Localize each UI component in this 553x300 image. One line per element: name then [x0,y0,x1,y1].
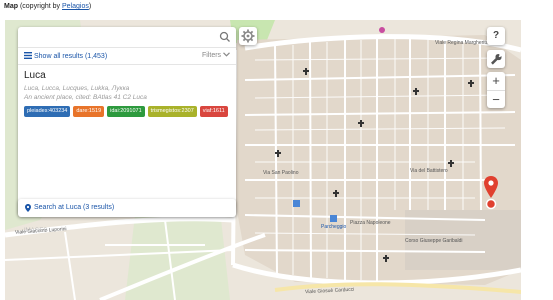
search-input[interactable] [22,29,216,46]
map-label: Via del Battistero [410,168,448,174]
settings-button[interactable] [239,27,257,45]
badge-viaf[interactable]: viaf:1611 [199,106,228,117]
search-at-place-label: Search at Luca (3 results) [34,204,115,211]
place-alt-names: Luca, Lucca, Lucques, Lukka, Лукка [24,85,130,92]
zoom-controls: + − [487,72,505,108]
gear-icon [241,29,255,43]
badge-pleiades[interactable]: pleiades:403234 [24,106,71,117]
show-all-results-label: Show all results (1,453) [34,53,108,60]
search-panel: Show all results (1,453) Filters Luca Lu… [18,27,236,234]
map-label: Viale Regina Margherita [435,40,489,46]
authority-badges: pleiades:403234 dare:1519 idai:2091071 t… [24,106,230,117]
chevron-down-icon [223,52,230,57]
images-label: IMAGES [24,228,48,234]
place-description: An ancient place, cited: BAtlas 41 C2 Lu… [24,94,147,101]
place-card: Luca Luca, Lucca, Lucques, Lukka, Лукка … [18,65,236,234]
search-icon[interactable] [218,30,232,44]
search-bar [18,27,236,48]
copyright-link[interactable]: Pelagios [62,3,89,10]
page-header: Map (copyright by Pelagios) [4,3,91,10]
map-pin-icon [25,204,31,212]
place-title: Luca [24,70,46,81]
list-icon [24,52,32,59]
results-bar: Show all results (1,453) Filters [18,48,236,65]
help-button[interactable]: ? [487,27,505,45]
map-label: Parcheggio [321,224,347,230]
badge-idai[interactable]: idai:2091071 [107,106,145,117]
map-label: Piazza Napoleone [350,220,391,226]
filters-button[interactable]: Filters [202,52,230,59]
zoom-out-button[interactable]: − [487,91,505,109]
copyright-suffix: ) [88,3,92,10]
zoom-in-button[interactable]: + [487,72,505,91]
map-label: Corso Giuseppe Garibaldi [405,238,463,244]
map-label: Via San Paolino [263,170,299,176]
copyright-prefix: (copyright by [19,3,62,10]
page-title: Map [4,3,18,10]
badge-trismegistos[interactable]: trismegistos:2307 [147,106,197,117]
tools-button[interactable] [487,50,505,68]
wrench-icon [491,53,502,65]
badge-dare[interactable]: dare:1519 [73,106,105,117]
location-marker[interactable] [484,176,498,215]
filters-label: Filters [201,52,222,59]
map-marker-icon [484,176,498,210]
show-all-results-link[interactable]: Show all results (1,453) [24,52,107,60]
search-at-place-panel[interactable]: Search at Luca (3 results) [18,199,236,217]
